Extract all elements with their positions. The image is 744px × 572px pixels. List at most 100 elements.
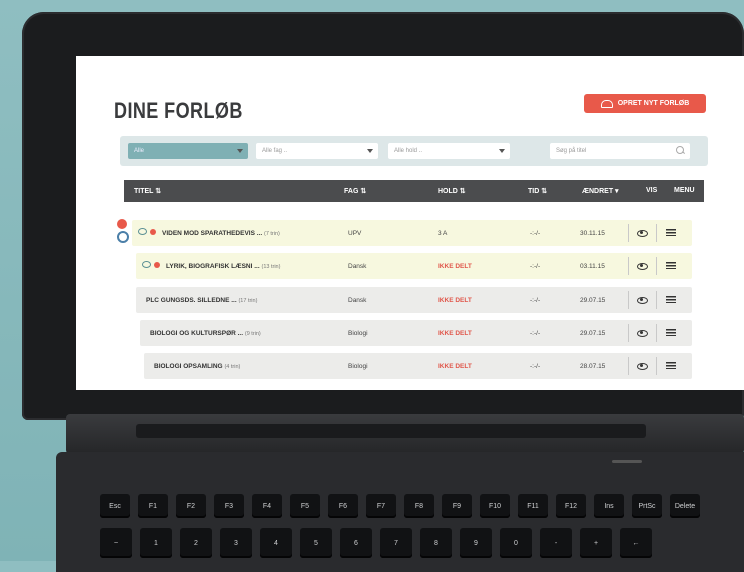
keyboard-key[interactable]: 5 [300, 528, 332, 558]
row-time: -:-/- [530, 263, 541, 270]
keyboard-key[interactable]: Esc [100, 494, 130, 518]
divider [656, 357, 657, 375]
menu-icon[interactable] [666, 229, 676, 236]
row-title-text: PLC GUNGSDS. SILLEDNE ... [146, 297, 237, 304]
menu-icon[interactable] [666, 329, 676, 336]
view-button[interactable] [634, 227, 650, 239]
notification-dot-icon [150, 229, 156, 235]
view-button[interactable] [634, 360, 650, 372]
subject-filter[interactable]: Alle fag .. [256, 143, 378, 159]
view-button[interactable] [634, 327, 650, 339]
menu-icon[interactable] [666, 362, 676, 369]
row-subject: Biologi [348, 363, 368, 370]
subject-filter-placeholder: Alle fag .. [262, 148, 288, 154]
divider [656, 291, 657, 309]
header-view: VIS [646, 187, 658, 194]
keyboard-key[interactable]: ← [620, 528, 652, 558]
header-time[interactable]: TID ⇅ [528, 187, 547, 195]
keyboard-key[interactable]: F2 [176, 494, 206, 518]
keyboard-key[interactable]: 3 [220, 528, 252, 558]
keyboard-key[interactable]: F4 [252, 494, 282, 518]
chevron-down-icon [367, 149, 373, 153]
keyboard-key[interactable]: F6 [328, 494, 358, 518]
divider [656, 224, 657, 242]
app-screen: DINE FORLØB OPRET NYT FORLØB Alle Alle f… [76, 56, 744, 390]
keyboard-key[interactable]: 6 [340, 528, 372, 558]
keyboard-key[interactable]: PrtSc [632, 494, 662, 518]
keyboard-key[interactable]: Ins [594, 494, 624, 518]
keyboard-key[interactable]: - [540, 528, 572, 558]
status-light [612, 460, 642, 463]
keyboard-key[interactable]: 0 [500, 528, 532, 558]
keyboard-key[interactable]: F9 [442, 494, 472, 518]
row-changed: 03.11.15 [580, 263, 605, 270]
keyboard-key[interactable]: F10 [480, 494, 510, 518]
view-button[interactable] [634, 294, 650, 306]
eye-icon [636, 362, 648, 370]
row-title-text: BIOLOGI OG KULTURSPØR ... [150, 330, 244, 337]
notification-dot-icon [154, 262, 160, 268]
row-class: IKKE DELT [438, 363, 472, 370]
row-subject: Dansk [348, 297, 367, 304]
row-title[interactable]: VIDEN MOD SPARATHEDEVIS ... (7 trin) [162, 230, 280, 237]
keyboard-key[interactable]: F11 [518, 494, 548, 518]
keyboard-key[interactable]: ~ [100, 528, 132, 558]
filter-select-1[interactable]: Alle [128, 143, 248, 159]
row-class: IKKE DELT [438, 263, 472, 270]
table-row[interactable]: BIOLOGI OG KULTURSPØR ... (9 trin) Biolog… [140, 320, 692, 346]
cloud-icon [600, 99, 613, 108]
alert-badge-icon [117, 219, 127, 229]
header-subject[interactable]: FAG ⇅ [344, 187, 366, 195]
keyboard-key[interactable]: 2 [180, 528, 212, 558]
filter-bar: Alle Alle fag .. Alle hold .. Søg på tit… [120, 136, 708, 166]
search-icon [676, 146, 684, 154]
laptop-lid: DINE FORLØB OPRET NYT FORLØB Alle Alle f… [22, 12, 744, 420]
sync-icon [117, 231, 129, 243]
keyboard-key[interactable]: 9 [460, 528, 492, 558]
keyboard-key[interactable]: F7 [366, 494, 396, 518]
class-filter-placeholder: Alle hold .. [394, 148, 423, 154]
visibility-icon [142, 261, 151, 268]
keyboard-key[interactable]: Delete [670, 494, 700, 518]
row-title[interactable]: LYRIK, BIOGRAFISK LÆSNI ... (13 trin) [166, 263, 280, 270]
row-class: IKKE DELT [438, 330, 472, 337]
hinge-bar [136, 424, 646, 438]
menu-icon[interactable] [666, 262, 676, 269]
table-row[interactable]: PLC GUNGSDS. SILLEDNE ... (17 trin) Dansk… [136, 287, 692, 313]
row-title-text: BIOLOGI OPSAMLING [154, 363, 223, 370]
header-menu: MENU [674, 187, 695, 194]
table-row[interactable]: VIDEN MOD SPARATHEDEVIS ... (7 trin) UPV 3… [132, 220, 692, 246]
row-title-text: VIDEN MOD SPARATHEDEVIS ... [162, 230, 263, 237]
keyboard-key[interactable]: F8 [404, 494, 434, 518]
header-class[interactable]: HOLD ⇅ [438, 187, 466, 195]
table-row[interactable]: LYRIK, BIOGRAFISK LÆSNI ... (13 trin) Dan… [136, 253, 692, 279]
visibility-icon [138, 228, 147, 235]
divider [656, 324, 657, 342]
keyboard-key[interactable]: F12 [556, 494, 586, 518]
search-placeholder: Søg på titel [556, 148, 587, 154]
keyboard-key[interactable]: + [580, 528, 612, 558]
class-filter[interactable]: Alle hold .. [388, 143, 510, 159]
row-time: -:-/- [530, 230, 541, 237]
keyboard-key[interactable]: 7 [380, 528, 412, 558]
header-title[interactable]: TITEL ⇅ [134, 187, 161, 195]
header-changed[interactable]: ÆNDRET ▾ [582, 187, 619, 195]
number-key-row: ~1 2 3 4 5 6 7 8 9 0- + ← [100, 528, 652, 558]
search-input[interactable]: Søg på titel [550, 143, 690, 159]
keyboard-key[interactable]: F5 [290, 494, 320, 518]
row-time: -:-/- [530, 330, 541, 337]
view-button[interactable] [634, 260, 650, 272]
keyboard-key[interactable]: 4 [260, 528, 292, 558]
row-time: -:-/- [530, 363, 541, 370]
keyboard-key[interactable]: F3 [214, 494, 244, 518]
new-course-button[interactable]: OPRET NYT FORLØB [584, 94, 706, 113]
row-title[interactable]: BIOLOGI OPSAMLING (4 trin) [154, 363, 240, 370]
row-title[interactable]: PLC GUNGSDS. SILLEDNE ... (17 trin) [146, 297, 257, 304]
keyboard-key[interactable]: F1 [138, 494, 168, 518]
keyboard-key[interactable]: 1 [140, 528, 172, 558]
table-row[interactable]: BIOLOGI OPSAMLING (4 trin) Biologi IKKE DE… [144, 353, 692, 379]
row-title[interactable]: BIOLOGI OG KULTURSPØR ... (9 trin) [150, 330, 261, 337]
menu-icon[interactable] [666, 296, 676, 303]
keyboard-key[interactable]: 8 [420, 528, 452, 558]
chevron-down-icon [499, 149, 505, 153]
